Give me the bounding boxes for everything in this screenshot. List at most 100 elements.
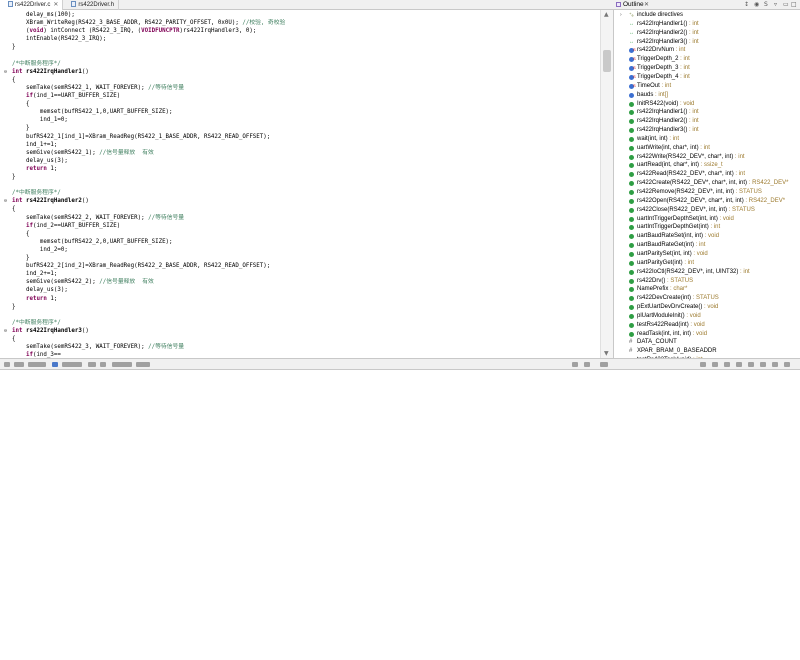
outline-close-icon[interactable]: ✕ [644, 1, 649, 8]
outline-item-type: : int [738, 268, 750, 275]
outline-item[interactable]: S TriggerDepth_3 : int [614, 64, 800, 73]
outline-item[interactable]: uartBaudRateSet(int, int) : void [614, 232, 800, 241]
outline-item[interactable]: S TriggerDepth_4 : int [614, 73, 800, 82]
outline-item[interactable]: S TriggerDepth_2 : int [614, 55, 800, 64]
outline-item[interactable]: rs422Write(RS422_DEV*, char*, int) : int [614, 153, 800, 162]
outline-item[interactable]: rs422Create(RS422_DEV*, char*, int, int)… [614, 179, 800, 188]
tab-close-icon[interactable]: ✕ [53, 2, 58, 8]
outline-item[interactable]: uartParitySet(int, int) : void [614, 250, 800, 259]
outline-item-type: : int [674, 47, 686, 54]
outline-item[interactable]: rs422Drv() : STATUS [614, 277, 800, 286]
editor-pane: rs422Driver.c ✕ rs422Driver.h delay_ms(100… [0, 0, 614, 358]
outline-item[interactable]: uartRead(int, char*, int) : ssize_t [614, 161, 800, 170]
code-text: 1; [46, 165, 58, 172]
outline-item[interactable]: uartIntTriggerDepthSet(int, int) : void [614, 215, 800, 224]
outline-item-name: rs422Remove(RS422_DEV*, int, int) [637, 189, 735, 195]
toolbar-icon[interactable] [760, 362, 766, 367]
toolbar-icon[interactable] [136, 362, 150, 367]
outline-item[interactable]: bauds : int[] [614, 91, 800, 100]
toolbar-icon[interactable] [14, 362, 24, 367]
outline-item[interactable]: rs422Read(RS422_DEV*, char*, int) : int [614, 170, 800, 179]
toolbar-icon[interactable] [62, 362, 82, 367]
toolbar-icon[interactable] [724, 362, 730, 367]
outline-item[interactable]: rs422IrqHandler3() : int [614, 126, 800, 135]
code-text: memset(bufRS422_1,0,UART_BUFFER_SIZE); [12, 109, 173, 116]
hide-fields-icon[interactable]: ◉ [754, 1, 759, 8]
toolbar-icon[interactable] [88, 362, 96, 367]
scrollbar-thumb[interactable] [603, 50, 611, 72]
toolbar-icon[interactable] [712, 362, 718, 367]
toolbar-icon[interactable] [4, 362, 10, 367]
editor-vertical-scrollbar[interactable]: ▲ ▼ [600, 10, 613, 358]
outline-item[interactable]: rs422IrqHandler2() : int [614, 117, 800, 126]
declaration-icon: ↔ [629, 20, 634, 27]
outline-item[interactable]: readTask(int, int, int) : void [614, 330, 800, 339]
toolbar-icon[interactable] [772, 362, 778, 367]
toolbar-icon[interactable] [112, 362, 132, 367]
code-text: semTake(semRS422_3, WAIT_FOREVER); [12, 344, 149, 351]
toolbar-icon[interactable] [52, 362, 58, 367]
toolbar-icon[interactable] [784, 362, 790, 367]
maximize-icon[interactable]: □ [791, 1, 797, 8]
outline-item[interactable]: S TimeOut : int [614, 82, 800, 91]
outline-item[interactable]: NamePrefix : char* [614, 285, 800, 294]
outline-item-name: rs422IoCtl(RS422_DEV*, int, UINT32) [637, 268, 739, 275]
toolbar-icon[interactable] [748, 362, 754, 367]
editor-tab-0[interactable]: rs422Driver.c ✕ [0, 0, 64, 10]
variable-icon [629, 92, 634, 98]
code-text: } [12, 303, 16, 310]
outline-item[interactable]: # DATA_COUNT [614, 338, 800, 347]
outline-item[interactable]: ↔ rs422IrqHandler3() : int [614, 38, 800, 47]
outline-item[interactable]: rs422Remove(RS422_DEV*, int, int) : STAT… [614, 188, 800, 197]
toolbar-icon[interactable] [572, 362, 578, 367]
code-comment: //信号量释放 有效 [99, 279, 154, 286]
code-editor[interactable]: delay_ms(100); XBram_WriteReg(RS422_3_BA… [0, 10, 600, 358]
outline-item-name: TriggerDepth_2 [637, 56, 679, 63]
expand-arrow-icon[interactable]: › [620, 11, 625, 18]
fold-toggle-icon[interactable]: ⊖ [4, 68, 9, 76]
outline-item[interactable]: rs422Open(RS422_DEV*, char*, int, int) :… [614, 197, 800, 206]
outline-item[interactable]: rs422IoCtl(RS422_DEV*, int, UINT32) : in… [614, 268, 800, 277]
outline-item[interactable]: rs422Close(RS422_DEV*, int, int) : STATU… [614, 206, 800, 215]
outline-item[interactable]: Srs422DrvNum : int [614, 46, 800, 55]
function-icon [629, 296, 634, 302]
outline-item[interactable]: uartParityGet(int) : int [614, 259, 800, 268]
outline-item[interactable]: ↔ rs422IrqHandler2() : int [614, 29, 800, 38]
fold-toggle-icon[interactable]: ⊖ [4, 327, 9, 335]
outline-item[interactable]: rs422DevCreate(int) : STATUS [614, 294, 800, 303]
toolbar-icon[interactable] [736, 362, 742, 367]
outline-item[interactable]: InitRS422(void) : void [614, 100, 800, 109]
outline-title[interactable]: Outline [623, 1, 644, 8]
outline-item[interactable]: testRs422Read(int) : void [614, 321, 800, 330]
outline-item[interactable]: uartWrite(int, char*, int) : int [614, 144, 800, 153]
minimize-icon[interactable]: ▭ [783, 1, 789, 8]
toolbar-icon[interactable] [584, 362, 590, 367]
outline-item[interactable]: uartBaudRateGet(int) : int [614, 241, 800, 250]
outline-item[interactable]: rs422IrqHandler1() : int [614, 108, 800, 117]
outline-item[interactable]: wait(int, int) : int [614, 135, 800, 144]
outline-item-type: : int [687, 118, 699, 125]
toolbar-icon[interactable] [28, 362, 46, 367]
hide-static-icon[interactable]: S [764, 1, 768, 8]
toolbar-icon[interactable] [600, 362, 608, 367]
outline-item[interactable]: pExtUartDevDrvCreate() : void [614, 303, 800, 312]
view-menu-icon[interactable]: ▿ [774, 1, 777, 8]
scroll-up-icon[interactable]: ▲ [604, 11, 609, 18]
function-icon [629, 225, 634, 231]
outline-item[interactable]: › ⁺ₑ include directives [614, 11, 800, 20]
outline-item[interactable]: uartIntTriggerDepthGet(int) : int [614, 223, 800, 232]
outline-item-type: : int [694, 242, 706, 249]
outline-item[interactable]: # XPAR_BRAM_0_BASEADDR [614, 347, 800, 356]
outline-item-name: uartParitySet(int, int) [637, 250, 692, 257]
toolbar-icon[interactable] [100, 362, 106, 367]
outline-item[interactable]: plUartModuleInit() : void [614, 312, 800, 321]
sort-icon[interactable]: ↕ [744, 1, 749, 8]
toolbar-icon[interactable] [700, 362, 706, 367]
fold-toggle-icon[interactable]: ⊖ [4, 197, 9, 205]
function-icon [629, 119, 634, 125]
scroll-down-icon[interactable]: ▼ [604, 350, 609, 357]
c-file-icon [8, 1, 13, 7]
outline-item-name: TriggerDepth_4 [637, 73, 679, 80]
editor-tab-1[interactable]: rs422Driver.h [63, 0, 120, 10]
outline-item[interactable]: ↔ rs422IrqHandler1() : int [614, 20, 800, 29]
